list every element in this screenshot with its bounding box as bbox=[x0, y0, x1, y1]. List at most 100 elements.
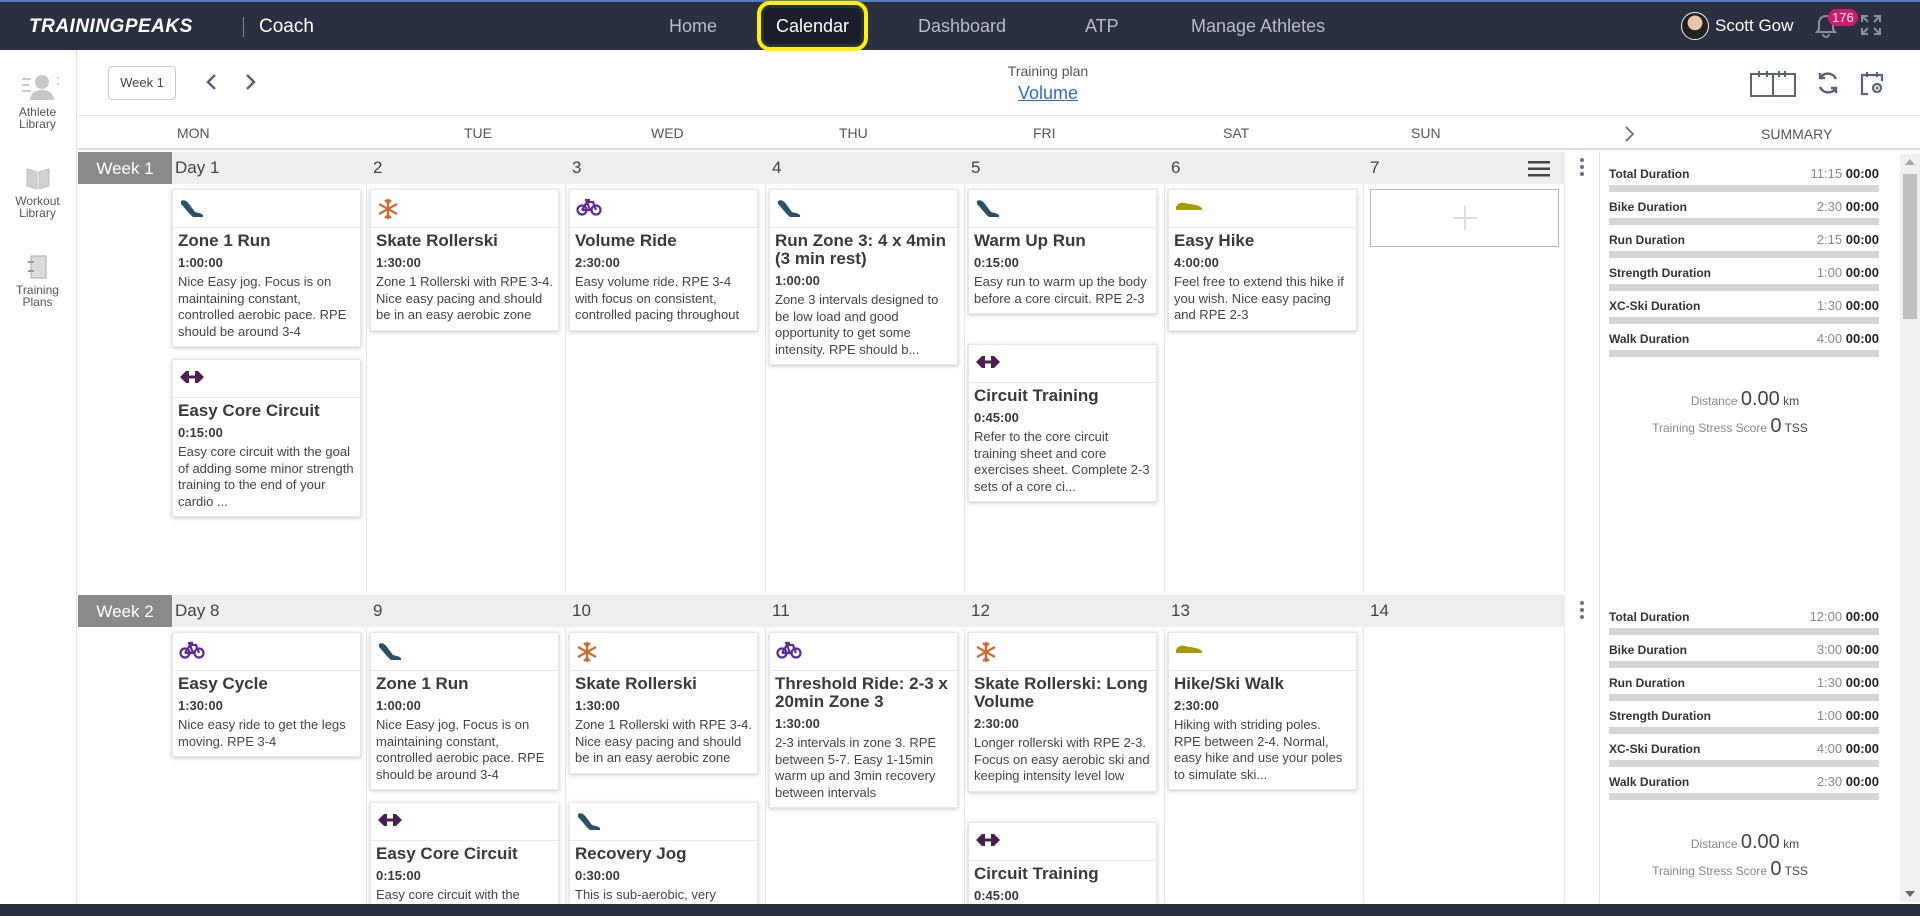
card-body: Easy Hike 4:00:00 Feel free to extend this… bbox=[1169, 228, 1356, 330]
sidebar-item-athlete-library[interactable]: Athlete Library bbox=[0, 72, 75, 130]
week-options-icon[interactable] bbox=[1577, 156, 1587, 178]
workout-card[interactable]: Easy Core Circuit 0:15:00 Easy core circui… bbox=[370, 802, 559, 911]
week-jump-button[interactable]: Week 1 bbox=[108, 66, 176, 100]
scroll-thumb[interactable] bbox=[1903, 174, 1917, 319]
workout-duration: 0:45:00 bbox=[974, 888, 1019, 903]
summary-label: Walk Duration bbox=[1609, 775, 1690, 789]
workout-card[interactable]: Run Zone 3: 4 x 4min (3 min rest) 1:00:00… bbox=[769, 189, 958, 365]
column-divider bbox=[366, 627, 367, 905]
card-icon-row bbox=[969, 633, 1156, 671]
sidebar-item-training-plans[interactable]: Training Plans bbox=[0, 254, 75, 308]
week-view-icon[interactable] bbox=[1749, 70, 1797, 98]
workout-card[interactable]: Warm Up Run 0:15:00 Easy run to warm up th… bbox=[968, 189, 1157, 314]
workout-card[interactable]: Skate Rollerski 1:30:00 Zone 1 Rollerski w… bbox=[569, 632, 758, 774]
workout-duration: 1:30:00 bbox=[376, 255, 421, 270]
fullscreen-icon[interactable] bbox=[1860, 14, 1882, 36]
logo-divider bbox=[243, 17, 244, 37]
summary-row: Strength Duration 1:00 00:00 bbox=[1600, 702, 1890, 735]
nav-calendar[interactable]: Calendar bbox=[756, 1, 869, 51]
distance-value: 0.00 bbox=[1740, 388, 1780, 410]
day-number: 14 bbox=[1370, 601, 1389, 620]
summary-row: Walk Duration 2:30 00:00 bbox=[1600, 768, 1890, 801]
card-icon-row bbox=[173, 190, 360, 228]
workout-title: Warm Up Run bbox=[974, 231, 1086, 250]
day-header-sat: SAT bbox=[1223, 125, 1250, 141]
collapse-summary-icon[interactable] bbox=[1622, 124, 1636, 144]
column-divider bbox=[1164, 627, 1165, 905]
workout-card[interactable]: Easy Core Circuit 0:15:00 Easy core circui… bbox=[172, 359, 361, 517]
workout-card[interactable]: Circuit Training 0:45:00 Refer to the core… bbox=[968, 344, 1157, 502]
workout-duration: 0:15:00 bbox=[178, 425, 223, 440]
notification-badge[interactable]: 176 bbox=[1828, 9, 1858, 26]
week-label: Week 1 bbox=[78, 152, 172, 184]
summary-value: 4:00 00:00 bbox=[1817, 331, 1879, 346]
day-menu-icon[interactable] bbox=[1528, 161, 1550, 177]
card-icon-row bbox=[770, 190, 957, 228]
planned-duration: 1:30 bbox=[1816, 298, 1843, 313]
workout-card[interactable]: Hike/Ski Walk 2:30:00 Hiking with striding… bbox=[1168, 632, 1357, 790]
training-plan-link[interactable]: Volume bbox=[918, 83, 1178, 104]
scroll-up-icon[interactable] bbox=[1905, 158, 1915, 166]
week-options-icon[interactable] bbox=[1577, 599, 1587, 621]
workout-card[interactable]: Skate Rollerski: Long Volume 2:30:00 Longe… bbox=[968, 632, 1157, 792]
workout-card[interactable]: Circuit Training 0:45:00 bbox=[968, 822, 1157, 914]
workout-title: Easy Core Circuit bbox=[376, 844, 518, 863]
workout-title: Volume Ride bbox=[575, 231, 677, 250]
workout-card[interactable]: Skate Rollerski 1:30:00 Zone 1 Rollerski w… bbox=[370, 189, 559, 331]
summary-value: 1:00 00:00 bbox=[1817, 265, 1879, 280]
planned-duration: 2:15 bbox=[1816, 232, 1843, 247]
sidebar-item-workout-library[interactable]: Workout Library bbox=[0, 165, 75, 219]
summary-label: Strength Duration bbox=[1609, 266, 1711, 280]
next-week-icon[interactable] bbox=[240, 70, 260, 94]
nav-dashboard[interactable]: Dashboard bbox=[906, 8, 1018, 44]
add-workout-button[interactable] bbox=[1370, 189, 1559, 247]
card-icon-row bbox=[173, 360, 360, 398]
user-menu[interactable]: Scott Gow bbox=[1681, 12, 1793, 40]
workout-title: Hike/Ski Walk bbox=[1174, 674, 1284, 693]
workout-description: Feel free to extend this hike if you wis… bbox=[1174, 274, 1344, 322]
workout-card[interactable]: Zone 1 Run 1:00:00 Nice Easy jog. Focus is… bbox=[172, 189, 361, 347]
column-divider bbox=[964, 184, 965, 592]
workout-card[interactable]: Volume Ride 2:30:00 Easy volume ride. RPE … bbox=[569, 189, 758, 331]
day-header-fri: FRI bbox=[1033, 125, 1056, 141]
summary-label: XC-Ski Duration bbox=[1609, 742, 1701, 756]
athlete-library-icon bbox=[21, 75, 59, 100]
workout-card[interactable]: Zone 1 Run 1:00:00 Nice Easy jog. Focus is… bbox=[370, 632, 559, 790]
nav-manage-athletes[interactable]: Manage Athletes bbox=[1179, 8, 1337, 44]
refresh-icon[interactable] bbox=[1815, 70, 1841, 96]
nav-home[interactable]: Home bbox=[657, 8, 729, 44]
planned-duration: 2:30 bbox=[1816, 199, 1843, 214]
workout-duration: 2:30:00 bbox=[1174, 698, 1219, 713]
workout-card[interactable]: Easy Hike 4:00:00 Feel free to extend this… bbox=[1168, 189, 1357, 331]
summary-label: XC-Ski Duration bbox=[1609, 299, 1701, 313]
summary-value: 2:15 00:00 bbox=[1817, 232, 1879, 247]
snowflake-icon bbox=[975, 642, 997, 667]
calendar-settings-icon[interactable] bbox=[1859, 70, 1885, 96]
workout-title: Circuit Training bbox=[974, 386, 1099, 405]
day-number: 10 bbox=[572, 601, 591, 620]
summary-value: 1:30 00:00 bbox=[1817, 675, 1879, 690]
nav-atp[interactable]: ATP bbox=[1073, 8, 1131, 44]
workout-card[interactable]: Recovery Jog 0:30:00 This is sub-aerobic, … bbox=[569, 802, 758, 911]
workout-title: Skate Rollerski bbox=[376, 231, 498, 250]
card-icon-row bbox=[969, 823, 1156, 861]
day-number: 7 bbox=[1370, 158, 1380, 177]
week-date-bar bbox=[78, 595, 1565, 627]
card-body: Run Zone 3: 4 x 4min (3 min rest) 1:00:00… bbox=[770, 228, 957, 364]
week-summary: Total Duration 12:00 00:00 Bike Duration 3:… bbox=[1600, 603, 1890, 880]
workout-description: Easy core circuit with the goal of addin… bbox=[178, 444, 354, 509]
previous-week-icon[interactable] bbox=[202, 70, 222, 94]
day-number: 3 bbox=[572, 158, 582, 177]
trainingpeaks-logo[interactable]: TRAININGPEAKS bbox=[29, 16, 193, 38]
card-body: Volume Ride 2:30:00 Easy volume ride. RPE … bbox=[570, 228, 757, 330]
running-shoe-icon bbox=[776, 200, 802, 222]
avatar bbox=[1681, 12, 1709, 40]
scroll-down-icon[interactable] bbox=[1905, 890, 1915, 898]
summary-scrollbar[interactable] bbox=[1900, 154, 1920, 902]
book-icon bbox=[26, 168, 49, 190]
workout-card[interactable]: Threshold Ride: 2-3 x 20min Zone 3 1:30:0… bbox=[769, 632, 958, 808]
card-body: Easy Core Circuit 0:15:00 Easy core circui… bbox=[371, 841, 558, 910]
completed-duration: 00:00 bbox=[1845, 166, 1879, 181]
column-divider bbox=[565, 184, 566, 592]
workout-card[interactable]: Easy Cycle 1:30:00 Nice easy ride to get t… bbox=[172, 632, 361, 757]
